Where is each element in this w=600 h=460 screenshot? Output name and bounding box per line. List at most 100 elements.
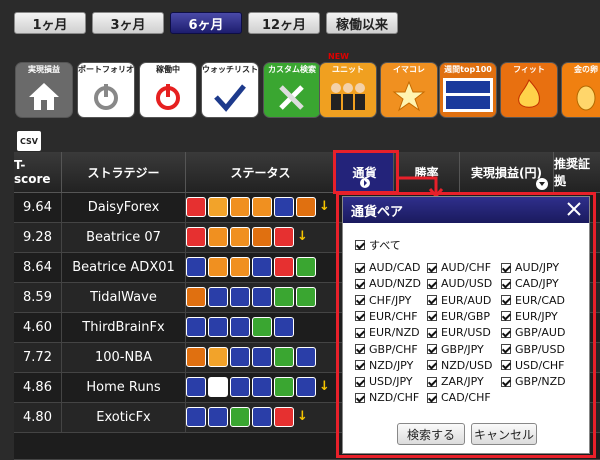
category-portfolio[interactable]: ポートフォリオ bbox=[77, 62, 135, 118]
flame-badge-icon bbox=[296, 197, 316, 217]
sort-down-icon bbox=[536, 178, 548, 190]
tscore-cell: 7.72 bbox=[14, 343, 62, 372]
checkbox-pair[interactable]: GBP/JPY bbox=[427, 343, 484, 356]
checkbox-pair[interactable]: CAD/CHF bbox=[427, 391, 491, 404]
smile-badge-icon bbox=[186, 227, 206, 247]
category-watchlist[interactable]: ウォッチリスト bbox=[201, 62, 259, 118]
category-realized-profit[interactable]: 実現損益 bbox=[15, 62, 73, 118]
category-custom-search[interactable]: カスタム検索 bbox=[263, 62, 321, 118]
tab-1-month[interactable]: 1ヶ月 bbox=[14, 12, 86, 34]
checkbox-pair[interactable]: EUR/CHF bbox=[355, 310, 418, 323]
checkbox-pair[interactable]: EUR/JPY bbox=[501, 310, 558, 323]
checkbox-icon bbox=[427, 360, 437, 371]
column-header-recommended-margin[interactable]: 推奨証拠 bbox=[554, 152, 600, 192]
checkbox-icon bbox=[427, 311, 437, 322]
top100-icon bbox=[443, 78, 493, 112]
cancel-button[interactable]: キャンセル bbox=[471, 423, 537, 445]
leaf-badge-icon bbox=[208, 347, 228, 367]
strategy-cell[interactable]: 100-NBA bbox=[62, 343, 186, 372]
map-badge-icon bbox=[186, 407, 206, 427]
checkbox-label: USD/CHF bbox=[515, 358, 565, 372]
checkbox-icon bbox=[501, 327, 511, 338]
tab-3-months[interactable]: 3ヶ月 bbox=[92, 12, 164, 34]
checkbox-pair[interactable]: AUD/JPY bbox=[501, 261, 559, 274]
category-golden-egg[interactable]: 金の卵 bbox=[561, 62, 600, 118]
tab-6-months[interactable]: 6ヶ月 bbox=[170, 12, 242, 34]
checkbox-pair[interactable]: NZD/JPY bbox=[355, 359, 413, 372]
checkbox-icon bbox=[427, 295, 437, 306]
tree-badge-icon bbox=[252, 317, 272, 337]
dialog-header: 通貨ペア bbox=[343, 197, 589, 223]
checkbox-pair[interactable]: GBP/NZD bbox=[501, 375, 566, 388]
checkbox-pair[interactable]: GBP/CHF bbox=[355, 343, 418, 356]
category-unit[interactable]: ユニット bbox=[319, 62, 377, 118]
category-fit[interactable]: フィット bbox=[500, 62, 558, 118]
checkbox-pair[interactable]: CAD/JPY bbox=[501, 277, 559, 290]
category-active[interactable]: 稼働中 bbox=[139, 62, 197, 118]
checkbox-icon bbox=[355, 327, 365, 338]
strategy-cell[interactable]: Beatrice ADX01 bbox=[62, 253, 186, 282]
checkbox-pair[interactable]: AUD/CHF bbox=[427, 261, 491, 274]
category-label: 金の卵 bbox=[574, 65, 598, 74]
checkbox-pair[interactable]: AUD/NZD bbox=[355, 277, 421, 290]
star-icon bbox=[392, 80, 426, 112]
strategy-cell[interactable]: Beatrice 07 bbox=[62, 223, 186, 252]
checkbox-pair[interactable]: EUR/USD bbox=[427, 326, 491, 339]
period-tab-bar: 1ヶ月 3ヶ月 6ヶ月 12ヶ月 稼働以来 bbox=[0, 0, 600, 44]
checkbox-pair[interactable]: USD/JPY bbox=[355, 375, 413, 388]
t100-badge-icon bbox=[274, 407, 294, 427]
checkbox-label: EUR/USD bbox=[441, 326, 491, 340]
checkbox-pair[interactable]: GBP/AUD bbox=[501, 326, 565, 339]
status-badges: ↓ bbox=[186, 197, 330, 217]
checkbox-icon bbox=[427, 376, 437, 387]
column-header-tscore[interactable]: T-score bbox=[14, 152, 62, 192]
checkbox-icon bbox=[427, 262, 437, 273]
checkbox-pair[interactable]: EUR/GBP bbox=[427, 310, 490, 323]
checkbox-icon bbox=[355, 278, 365, 289]
csv-download-icon[interactable]: CSV bbox=[17, 131, 41, 151]
power-icon bbox=[94, 84, 118, 110]
checkbox-label: ZAR/JPY bbox=[441, 375, 484, 389]
top100-badge-icon bbox=[186, 287, 206, 307]
checkbox-label: NZD/JPY bbox=[369, 358, 414, 372]
arrow-badge-icon bbox=[274, 317, 294, 337]
checkbox-pair[interactable]: NZD/CHF bbox=[355, 391, 419, 404]
checkbox-label: EUR/CAD bbox=[515, 293, 566, 307]
strategy-cell[interactable]: ExoticFx bbox=[62, 403, 186, 432]
checkbox-pair[interactable]: EUR/NZD bbox=[355, 326, 420, 339]
checkbox-pair[interactable]: AUD/CAD bbox=[355, 261, 420, 274]
category-weekly-top100[interactable]: 週間top100 bbox=[439, 62, 497, 118]
strategy-cell[interactable]: DaisyForex bbox=[62, 193, 186, 222]
checkbox-label: EUR/AUD bbox=[441, 293, 492, 307]
tscore-cell: 8.64 bbox=[14, 253, 62, 282]
checkbox-pair[interactable]: ZAR/JPY bbox=[427, 375, 484, 388]
strategy-cell[interactable]: Home Runs bbox=[62, 373, 186, 402]
close-icon[interactable] bbox=[565, 200, 583, 218]
column-header-realized-profit[interactable]: 実現損益(円) bbox=[460, 152, 554, 192]
dialog-title: 通貨ペア bbox=[351, 204, 404, 220]
tree-badge-icon bbox=[230, 407, 250, 427]
checkbox-label: GBP/AUD bbox=[515, 326, 566, 340]
checkbox-icon bbox=[501, 376, 511, 387]
checkbox-label: AUD/CAD bbox=[369, 261, 421, 274]
tab-12-months[interactable]: 12ヶ月 bbox=[248, 12, 320, 34]
map-badge-icon bbox=[230, 377, 250, 397]
checkbox-pair[interactable]: CHF/JPY bbox=[355, 294, 411, 307]
checkbox-pair[interactable]: EUR/AUD bbox=[427, 294, 491, 307]
checkbox-pair[interactable]: GBP/USD bbox=[501, 343, 565, 356]
search-button[interactable]: 検索する bbox=[397, 423, 465, 445]
checkbox-pair[interactable]: EUR/CAD bbox=[501, 294, 565, 307]
column-header-strategy[interactable]: ストラテジー bbox=[62, 152, 186, 192]
checkbox-pair[interactable]: NZD/USD bbox=[427, 359, 492, 372]
strategy-cell[interactable]: ThirdBrainFx bbox=[62, 313, 186, 342]
checkbox-pair[interactable]: AUD/USD bbox=[427, 277, 492, 290]
tab-since-start[interactable]: 稼働以来 bbox=[326, 12, 398, 34]
checkbox-all[interactable]: すべて bbox=[355, 237, 401, 253]
checkbox-pair[interactable]: USD/CHF bbox=[501, 359, 565, 372]
checkbox-label: GBP/USD bbox=[515, 342, 565, 356]
category-imakore[interactable]: イマコレ bbox=[380, 62, 438, 118]
strategy-cell[interactable]: TidalWave bbox=[62, 283, 186, 312]
checkbox-label: EUR/GBP bbox=[441, 309, 491, 323]
checkbox-icon bbox=[501, 278, 511, 289]
table-header: T-score ストラテジー ステータス 通貨 勝率 実現損益(円) 推奨証拠 bbox=[14, 152, 600, 193]
